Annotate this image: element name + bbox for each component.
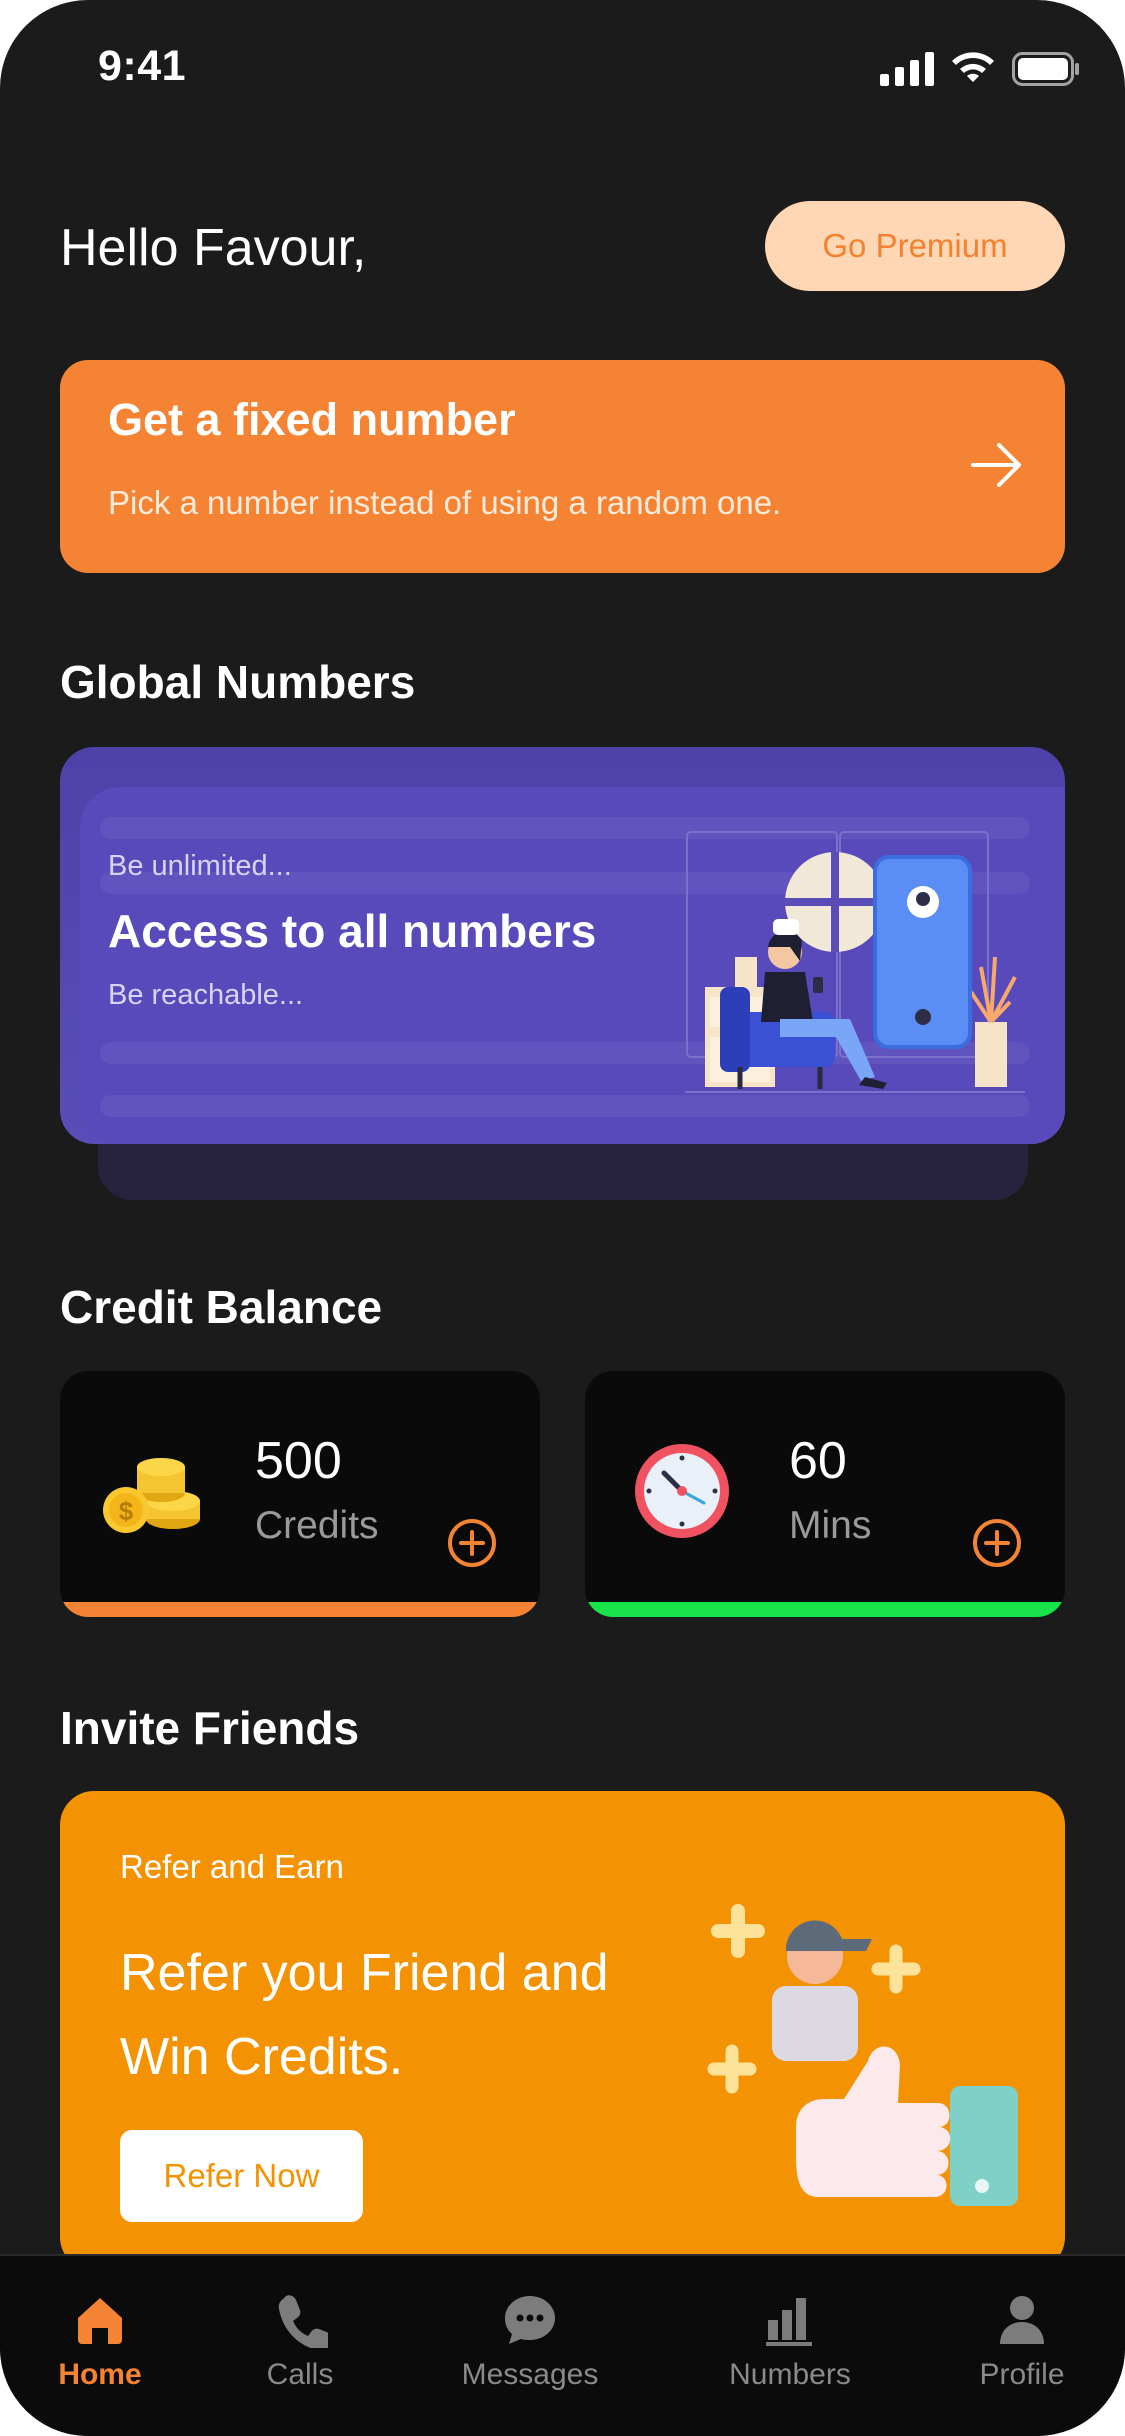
add-minutes-icon[interactable] xyxy=(971,1517,1023,1569)
nav-item-messages[interactable]: Messages xyxy=(440,2292,620,2392)
credits-accent-bar xyxy=(60,1602,540,1617)
banner-tagline-top: Be unlimited... xyxy=(108,850,292,882)
banner-tagline-bottom: Be reachable... xyxy=(108,979,304,1011)
banner-headline: Access to all numbers xyxy=(108,905,597,957)
user-icon xyxy=(1000,2296,1044,2344)
fixed-number-card[interactable]: Get a fixed number Pick a number instead… xyxy=(60,360,1065,573)
nav-item-calls[interactable]: Calls xyxy=(210,2292,390,2392)
woman-on-phone-illustration xyxy=(685,831,1025,1093)
nav-item-numbers[interactable]: Numbers xyxy=(700,2292,880,2392)
minutes-unit: Mins xyxy=(789,1504,872,1547)
invite-headline: Refer you Friend and Win Credits. xyxy=(120,1944,609,2086)
global-numbers-banner[interactable]: Be unlimited... Access to all numbers Be… xyxy=(60,747,1065,1144)
nav-label-profile: Profile xyxy=(979,2358,1065,2391)
chat-icon xyxy=(505,2296,555,2344)
coins-icon: $ xyxy=(103,1458,200,1533)
nav-label-numbers: Numbers xyxy=(729,2358,851,2391)
clock-icon xyxy=(635,1444,729,1538)
refer-now-button[interactable]: Refer Now xyxy=(120,2130,363,2222)
svg-text:$: $ xyxy=(119,1496,134,1526)
fixed-number-subtitle: Pick a number instead of using a random … xyxy=(108,484,782,521)
credits-unit: Credits xyxy=(255,1504,379,1547)
global-numbers-title: Global Numbers xyxy=(60,656,416,708)
minutes-value: 60 xyxy=(789,1432,847,1490)
phone-screen: 9:41 Hello Favour, Go Premium Get a fixe… xyxy=(0,0,1125,2436)
invite-small-text: Refer and Earn xyxy=(120,1848,344,1885)
nav-label-calls: Calls xyxy=(266,2358,334,2391)
fixed-number-title: Get a fixed number xyxy=(108,394,516,445)
invite-card: Refer and Earn Refer you Friend and Win … xyxy=(60,1791,1065,2271)
invite-friends-title: Invite Friends xyxy=(60,1702,360,1754)
thumbs-up-illustration xyxy=(707,1904,1018,2206)
home-icon xyxy=(78,2298,122,2344)
nav-item-home[interactable]: Home xyxy=(10,2292,190,2392)
phone-icon xyxy=(278,2295,328,2348)
minutes-card[interactable]: 60 Mins xyxy=(585,1371,1065,1617)
go-premium-button[interactable]: Go Premium xyxy=(765,201,1065,291)
arrow-right-icon[interactable] xyxy=(969,440,1025,490)
wifi-icon xyxy=(952,52,994,82)
credits-value: 500 xyxy=(255,1432,342,1490)
bar-chart-icon xyxy=(766,2298,812,2346)
bottom-navigation: Home Calls Messages Numbers Profile xyxy=(0,2254,1125,2436)
credits-card[interactable]: $ 500 Credits xyxy=(60,1371,540,1617)
greeting-text: Hello Favour, xyxy=(60,219,367,277)
minutes-accent-bar xyxy=(585,1602,1065,1617)
battery-icon xyxy=(1012,52,1079,86)
status-icons xyxy=(880,52,1080,86)
status-time: 9:41 xyxy=(98,42,187,90)
nav-label-home: Home xyxy=(58,2358,142,2391)
signal-icon xyxy=(880,52,934,86)
nav-item-profile[interactable]: Profile xyxy=(932,2292,1112,2392)
add-credits-icon[interactable] xyxy=(446,1517,498,1569)
nav-label-messages: Messages xyxy=(461,2358,599,2391)
credit-balance-title: Credit Balance xyxy=(60,1281,383,1333)
